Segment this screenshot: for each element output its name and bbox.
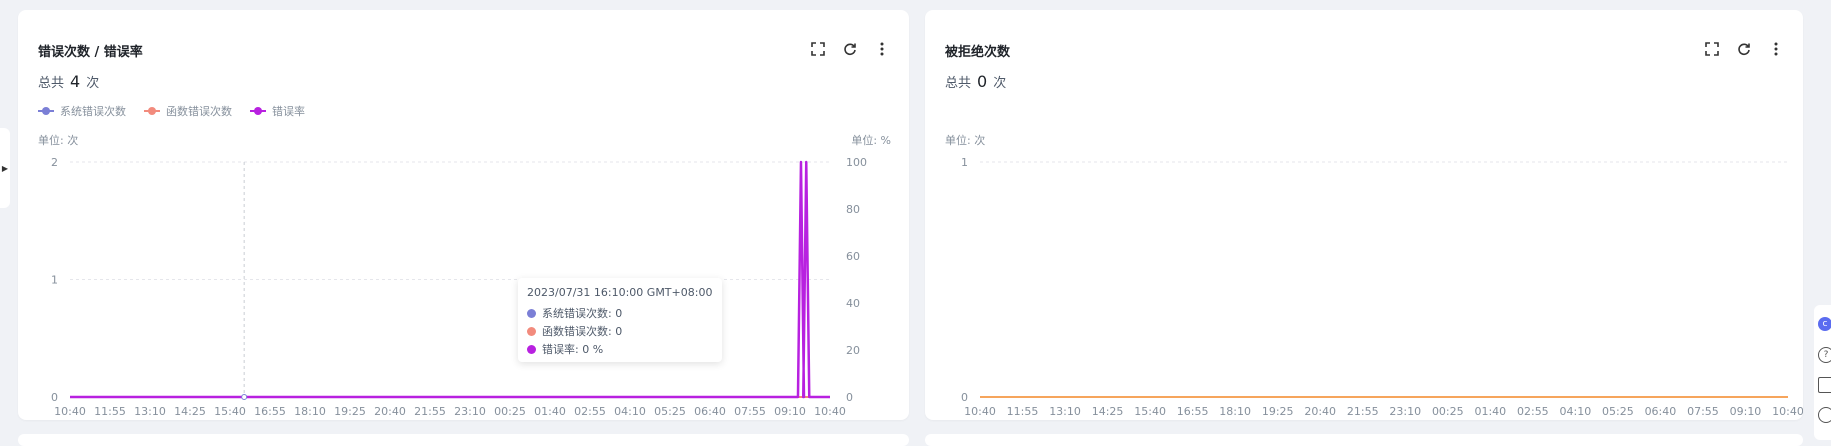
x-tick-label: 20:40 [1304,405,1336,418]
x-tick-label: 10:40 [964,405,996,418]
chart-tooltip: 2023/07/31 16:10:00 GMT+08:00 系统错误次数: 0 … [518,278,722,362]
x-tick-label: 18:10 [294,405,326,418]
x-tick-label: 04:10 [1560,405,1592,418]
x-tick-label: 00:25 [494,405,526,418]
x-tick-label: 14:25 [1092,405,1124,418]
x-tick-label: 02:55 [574,405,606,418]
chart-icon[interactable] [1818,377,1831,393]
floating-help-rail: c ? [1814,305,1831,440]
y-tick-label: 1 [961,156,968,169]
x-tick-label: 23:10 [1389,405,1421,418]
y2-tick-label: 60 [846,250,860,263]
next-card-edge [925,434,1803,446]
x-tick-label: 09:10 [1730,405,1762,418]
y-tick-label: 0 [51,391,58,404]
y-tick-label: 2 [51,156,58,169]
rejected-count-card: 被拒绝次数 总共 0 次 单位: 次 0 1 10:40 11:55 13:10 14:25 1… [925,10,1803,420]
help-icon[interactable]: ? [1818,347,1831,363]
sidebar-toggle[interactable]: ▶ [0,128,10,208]
x-tick-label: 02:55 [1517,405,1549,418]
x-tick-label: 11:55 [1007,405,1039,418]
y2-tick-label: 0 [846,391,853,404]
y2-tick-label: 80 [846,203,860,216]
error-chart: 01202040608010010:40 11:55 13:10 14:25 15:40… [51,156,867,418]
feedback-icon[interactable] [1818,407,1831,423]
x-tick-label: 07:55 [734,405,766,418]
x-tick-label: 07:55 [1687,405,1719,418]
x-tick-label: 13:10 [134,405,166,418]
x-tick-label: 00:25 [1432,405,1464,418]
y-tick-label: 1 [51,274,58,287]
x-tick-label: 20:40 [374,405,406,418]
x-tick-label: 10:40 [814,405,846,418]
tooltip-point [241,394,248,400]
x-tick-label: 06:40 [694,405,726,418]
x-tick-label: 18:10 [1219,405,1251,418]
x-tick-label: 14:25 [174,405,206,418]
x-tick-label: 05:25 [1602,405,1634,418]
x-tick-label: 21:55 [414,405,446,418]
y2-tick-label: 100 [846,156,867,169]
x-tick-label: 09:10 [774,405,806,418]
next-card-edge [18,434,909,446]
x-tick-label: 04:10 [614,405,646,418]
x-tick-label: 23:10 [454,405,486,418]
x-tick-label: 10:40 [1772,405,1803,418]
x-tick-label: 15:40 [1134,405,1166,418]
x-tick-label: 13:10 [1049,405,1081,418]
y-tick-label: 0 [961,391,968,404]
x-tick-label: 06:40 [1645,405,1677,418]
error-count-rate-card: 错误次数 / 错误率 总共 4 次 系统错误次数 函数错误次数 错误率 单位: 次 … [18,10,909,420]
chat-icon[interactable]: c [1818,317,1831,331]
x-tick-label: 05:25 [654,405,686,418]
y2-tick-label: 40 [846,297,860,310]
x-tick-label: 19:25 [1262,405,1294,418]
x-tick-label: 10:40 [54,405,86,418]
rejected-chart: 0 1 10:40 11:55 13:10 14:25 15:40 16:55 18:10 19:… [961,156,1803,418]
x-tick-label: 19:25 [334,405,366,418]
x-tick-label: 15:40 [214,405,246,418]
x-tick-label: 16:55 [1177,405,1209,418]
x-tick-label: 01:40 [1474,405,1506,418]
x-tick-label: 21:55 [1347,405,1379,418]
x-tick-label: 11:55 [94,405,126,418]
x-tick-label: 01:40 [534,405,566,418]
x-tick-label: 16:55 [254,405,286,418]
y2-tick-label: 20 [846,344,860,357]
